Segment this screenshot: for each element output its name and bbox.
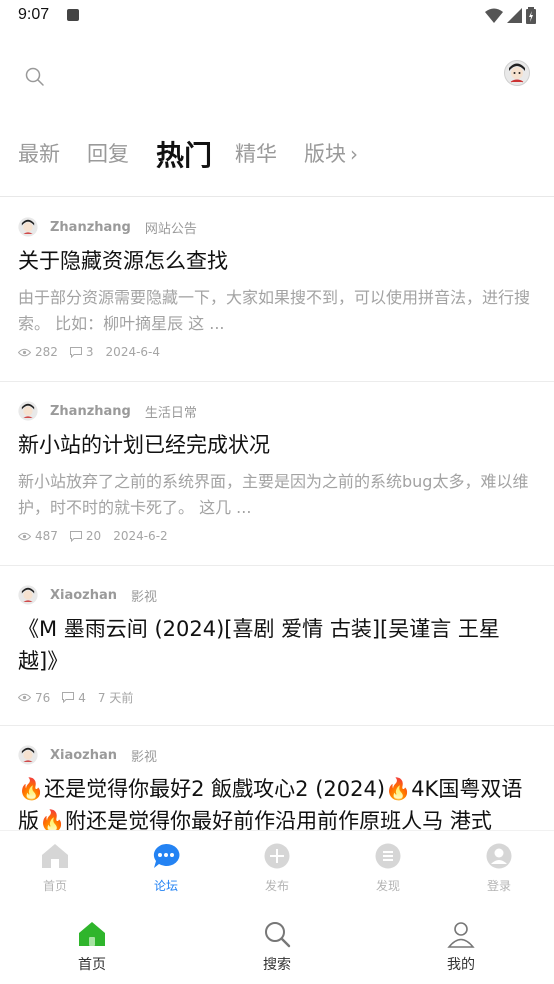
- post-item[interactable]: Zhanzhang 网站公告 关于隐藏资源怎么查找 由于部分资源需要隐藏一下，大…: [0, 197, 554, 381]
- post-meta: Zhanzhang 网站公告: [18, 217, 197, 237]
- forum-nav-bar: 首页 论坛 发布 发现 登录: [0, 830, 554, 900]
- search-icon[interactable]: [24, 66, 46, 88]
- avatar: [18, 217, 38, 237]
- user-circle-icon: [486, 843, 512, 869]
- chat-bubble-icon: [153, 843, 180, 868]
- post-author[interactable]: Xiaozhan: [50, 588, 117, 603]
- tab-boards[interactable]: 版块 ›: [304, 138, 358, 168]
- comment-icon: [62, 692, 75, 703]
- avatar[interactable]: [504, 60, 530, 86]
- eye-icon: [18, 348, 31, 356]
- home-icon: [79, 922, 105, 946]
- signal-icon: [507, 8, 522, 23]
- tab-featured[interactable]: 精华: [235, 138, 277, 168]
- post-meta: Xiaozhan 影视: [18, 745, 157, 765]
- battery-icon: [526, 7, 536, 24]
- post-meta: Zhanzhang 生活日常: [18, 401, 197, 421]
- view-count: 282: [35, 345, 58, 359]
- app-nav-label: 首页: [78, 957, 106, 973]
- nav-forum[interactable]: 论坛: [136, 843, 196, 894]
- home-icon: [42, 844, 68, 868]
- chevron-right-icon: ›: [350, 142, 358, 166]
- comment-icon: [69, 530, 82, 542]
- nav-label: 发布: [264, 879, 289, 893]
- post-author[interactable]: Xiaozhan: [50, 748, 117, 763]
- post-author[interactable]: Zhanzhang: [50, 220, 131, 235]
- tab-hot[interactable]: 热门: [156, 134, 212, 174]
- tab-replies[interactable]: 回复: [87, 138, 129, 168]
- post-category[interactable]: 生活日常: [145, 402, 197, 421]
- eye-icon: [18, 532, 31, 540]
- post-meta: Xiaozhan 影视: [18, 585, 157, 605]
- reply-count: 3: [85, 345, 94, 359]
- tab-bar: 最新 回复 热门 精华 版块 ›: [0, 118, 554, 188]
- status-bar: 9:07: [0, 0, 554, 32]
- search-icon: [265, 922, 291, 948]
- post-title[interactable]: 《M 墨雨云间 (2024)[喜剧 爱情 古装][吴谨言 王星越]》: [18, 613, 536, 677]
- status-time: 9:07: [18, 6, 50, 23]
- app-nav-bar: 首页 搜索 我的: [0, 900, 554, 984]
- post-feed[interactable]: Zhanzhang 网站公告 关于隐藏资源怎么查找 由于部分资源需要隐藏一下，大…: [0, 197, 554, 830]
- nav-label: 发现: [375, 879, 400, 893]
- view-count: 76: [35, 690, 51, 705]
- nav-label: 首页: [42, 879, 67, 893]
- wifi-icon: [485, 8, 503, 23]
- post-author[interactable]: Zhanzhang: [50, 404, 131, 419]
- post-category[interactable]: 影视: [131, 586, 157, 605]
- post-date: 7 天前: [97, 691, 134, 705]
- nav-label: 登录: [486, 879, 511, 893]
- system-icons: [485, 7, 536, 24]
- list-circle-icon: [375, 843, 401, 869]
- post-stats: 282 3 2024-6-4: [18, 345, 160, 359]
- nav-discover[interactable]: 发现: [358, 843, 418, 894]
- post-stats: 487 20 2024-6-2: [18, 529, 168, 543]
- post-title[interactable]: 新小站的计划已经完成状况: [18, 429, 536, 461]
- post-item[interactable]: Xiaozhan 影视 《M 墨雨云间 (2024)[喜剧 爱情 古装][吴谨言…: [0, 565, 554, 725]
- app-nav-label: 我的: [447, 957, 475, 973]
- avatar: [18, 585, 38, 605]
- reply-count: 20: [85, 529, 102, 543]
- avatar: [18, 745, 38, 765]
- notification-icon: [67, 9, 79, 21]
- reply-count: 4: [78, 690, 86, 705]
- nav-login[interactable]: 登录: [469, 843, 529, 894]
- post-excerpt: 新小站放弃了之前的系统界面，主要是因为之前的系统bug太多，难以维护，时不时的就…: [18, 472, 529, 517]
- nav-label: 论坛: [153, 879, 178, 893]
- post-stats: 76 4 7 天前: [18, 689, 133, 706]
- post-date: 2024-6-2: [113, 529, 168, 543]
- post-item[interactable]: Xiaozhan 影视 🔥还是觉得你最好2 飯戲攻心2 (2024)🔥4K国粤双…: [0, 725, 554, 830]
- post-title[interactable]: 关于隐藏资源怎么查找: [18, 245, 536, 277]
- app-nav-profile[interactable]: 我的: [431, 920, 491, 974]
- post-item[interactable]: Zhanzhang 生活日常 新小站的计划已经完成状况 新小站放弃了之前的系统界…: [0, 381, 554, 565]
- post-excerpt: 由于部分资源需要隐藏一下，大家如果搜不到，可以使用拼音法，进行搜索。 比如：柳叶…: [18, 288, 531, 333]
- avatar: [18, 401, 38, 421]
- post-category[interactable]: 影视: [131, 746, 157, 765]
- tab-boards-label: 版块: [304, 142, 346, 166]
- tab-latest[interactable]: 最新: [18, 138, 60, 168]
- view-count: 487: [35, 529, 58, 543]
- app-nav-search[interactable]: 搜索: [247, 920, 307, 974]
- post-category[interactable]: 网站公告: [145, 218, 197, 237]
- post-date: 2024-6-4: [105, 345, 161, 359]
- nav-publish[interactable]: 发布: [247, 843, 307, 894]
- app-nav-home[interactable]: 首页: [62, 920, 122, 974]
- top-bar: [0, 32, 554, 118]
- post-title[interactable]: 🔥还是觉得你最好2 飯戲攻心2 (2024)🔥4K国粤双语版🔥附还是觉得你最好前…: [18, 773, 536, 830]
- app-nav-label: 搜索: [263, 957, 291, 973]
- plus-circle-icon: [264, 843, 290, 869]
- eye-icon: [18, 693, 31, 702]
- comment-icon: [69, 346, 82, 358]
- nav-home[interactable]: 首页: [25, 843, 85, 894]
- person-icon: [447, 922, 475, 948]
